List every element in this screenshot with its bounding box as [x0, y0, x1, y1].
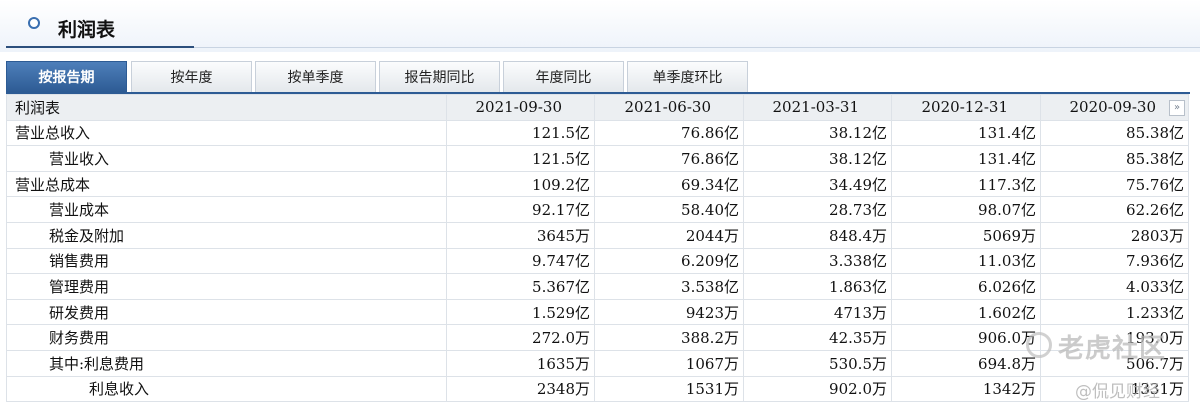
cell-value: 121.5亿: [446, 145, 595, 172]
cell-value: 848.4万: [743, 221, 892, 249]
header-statement-name: 利润表: [6, 94, 447, 121]
tab-single-quarter-qoq[interactable]: 单季度环比: [627, 61, 748, 92]
cell-value: 6.026亿: [891, 273, 1041, 300]
cell-value: 109.2亿: [446, 170, 595, 198]
cell-value: 2803万: [1040, 221, 1189, 249]
cell-value: 34.49亿: [743, 170, 892, 198]
row-label[interactable]: 其中:利息费用: [6, 349, 447, 377]
scroll-right-icon[interactable]: »: [1169, 100, 1185, 116]
cell-value: 28.73亿: [743, 196, 892, 223]
cell-value: 5.367亿: [446, 273, 595, 300]
cell-value: 1.233亿: [1040, 298, 1189, 326]
cell-value: 530.5万: [743, 349, 892, 377]
income-statement-table: 利润表 2021-09-30 2021-06-30 2021-03-31 202…: [6, 94, 1189, 403]
cell-value: 906.0万: [891, 324, 1041, 351]
cell-value: 3.338亿: [743, 247, 892, 275]
header-period-3: 2021-03-31: [743, 94, 892, 121]
cell-value: 85.38亿: [1040, 145, 1189, 172]
row-label[interactable]: 管理费用: [6, 273, 447, 300]
tab-by-report-period[interactable]: 按报告期: [6, 61, 127, 92]
circle-bullet-icon: [28, 17, 40, 29]
table-row: 其中:利息费用 1635万 1067万 530.5万 694.8万 506.7万: [6, 349, 1189, 377]
watermark-secondary: @侃见财经: [1075, 382, 1160, 402]
page-title: 利润表: [58, 19, 116, 41]
table-row: 营业总成本 109.2亿 69.34亿 34.49亿 117.3亿 75.76亿: [6, 170, 1189, 198]
cell-value: 2044万: [594, 221, 744, 249]
title-divider: [194, 47, 1200, 48]
cell-value: 902.0万: [743, 375, 892, 403]
table-row: 管理费用 5.367亿 3.538亿 1.863亿 6.026亿 4.033亿: [6, 273, 1189, 300]
tab-by-year[interactable]: 按年度: [131, 61, 252, 92]
cell-value: 92.17亿: [446, 196, 595, 223]
cell-value: 4.033亿: [1040, 273, 1189, 300]
table-row: 营业成本 92.17亿 58.40亿 28.73亿 98.07亿 62.26亿: [6, 196, 1189, 223]
cell-value: 121.5亿: [446, 119, 595, 147]
cell-value: 6.209亿: [594, 247, 744, 275]
cell-value: 38.12亿: [743, 119, 892, 147]
cell-value: 62.26亿: [1040, 196, 1189, 223]
title-underline: [6, 46, 194, 48]
cell-value: 76.86亿: [594, 145, 744, 172]
cell-value: 75.76亿: [1040, 170, 1189, 198]
row-label[interactable]: 营业收入: [6, 145, 447, 172]
row-label[interactable]: 研发费用: [6, 298, 447, 326]
cell-value: 1067万: [594, 349, 744, 377]
watermark-primary: 老虎社区: [1058, 334, 1167, 364]
cell-value: 1.863亿: [743, 273, 892, 300]
title-bar: 利润表: [0, 0, 1200, 52]
table-row: 销售费用 9.747亿 6.209亿 3.338亿 11.03亿 7.936亿: [6, 247, 1189, 275]
cell-value: 388.2万: [594, 324, 744, 351]
cell-value: 69.34亿: [594, 170, 744, 198]
cell-value: 9423万: [594, 298, 744, 326]
cell-value: 76.86亿: [594, 119, 744, 147]
cell-value: 3.538亿: [594, 273, 744, 300]
cell-value: 4713万: [743, 298, 892, 326]
cell-value: 85.38亿: [1040, 119, 1189, 147]
cell-value: 9.747亿: [446, 247, 595, 275]
cell-value: 38.12亿: [743, 145, 892, 172]
cell-value: 42.35万: [743, 324, 892, 351]
row-label[interactable]: 营业成本: [6, 196, 447, 223]
row-label[interactable]: 利息收入: [6, 375, 447, 403]
tab-annual-yoy[interactable]: 年度同比: [503, 61, 624, 92]
table-row: 财务费用 272.0万 388.2万 42.35万 906.0万 193.0万: [6, 324, 1189, 351]
row-label[interactable]: 税金及附加: [6, 221, 447, 249]
header-period-2: 2021-06-30: [594, 94, 744, 121]
cell-value: 131.4亿: [891, 145, 1041, 172]
table-header-row: 利润表 2021-09-30 2021-06-30 2021-03-31 202…: [6, 94, 1189, 121]
cell-value: 1531万: [594, 375, 744, 403]
row-label[interactable]: 营业总成本: [6, 170, 447, 198]
tab-report-period-yoy[interactable]: 报告期同比: [379, 61, 500, 92]
tab-by-single-quarter[interactable]: 按单季度: [255, 61, 376, 92]
cell-value: 694.8万: [891, 349, 1041, 377]
cell-value: 1635万: [446, 349, 595, 377]
cell-value: 2348万: [446, 375, 595, 403]
header-period-4: 2020-12-31: [891, 94, 1041, 121]
cell-value: 58.40亿: [594, 196, 744, 223]
table-row: 研发费用 1.529亿 9423万 4713万 1.602亿 1.233亿: [6, 298, 1189, 326]
row-label[interactable]: 财务费用: [6, 324, 447, 351]
cell-value: 98.07亿: [891, 196, 1041, 223]
row-label[interactable]: 营业总收入: [6, 119, 447, 147]
cell-value: 1342万: [891, 375, 1041, 403]
header-period-1: 2021-09-30: [446, 94, 595, 121]
header-period-5-label: 2020-09-30: [1069, 98, 1156, 117]
header-period-5: 2020-09-30 »: [1040, 94, 1189, 121]
cell-value: 117.3亿: [891, 170, 1041, 198]
cell-value: 272.0万: [446, 324, 595, 351]
cell-value: 1.529亿: [446, 298, 595, 326]
table-row: 利息收入 2348万 1531万 902.0万 1342万 1331万: [6, 375, 1189, 403]
cell-value: 7.936亿: [1040, 247, 1189, 275]
cell-value: 1.602亿: [891, 298, 1041, 326]
cell-value: 11.03亿: [891, 247, 1041, 275]
row-label[interactable]: 销售费用: [6, 247, 447, 275]
table-row: 营业收入 121.5亿 76.86亿 38.12亿 131.4亿 85.38亿: [6, 145, 1189, 172]
table-row: 税金及附加 3645万 2044万 848.4万 5069万 2803万: [6, 221, 1189, 249]
tiger-community-logo-icon: [1026, 332, 1052, 358]
cell-value: 5069万: [891, 221, 1041, 249]
cell-value: 131.4亿: [891, 119, 1041, 147]
cell-value: 3645万: [446, 221, 595, 249]
table-row: 营业总收入 121.5亿 76.86亿 38.12亿 131.4亿 85.38亿: [6, 119, 1189, 147]
